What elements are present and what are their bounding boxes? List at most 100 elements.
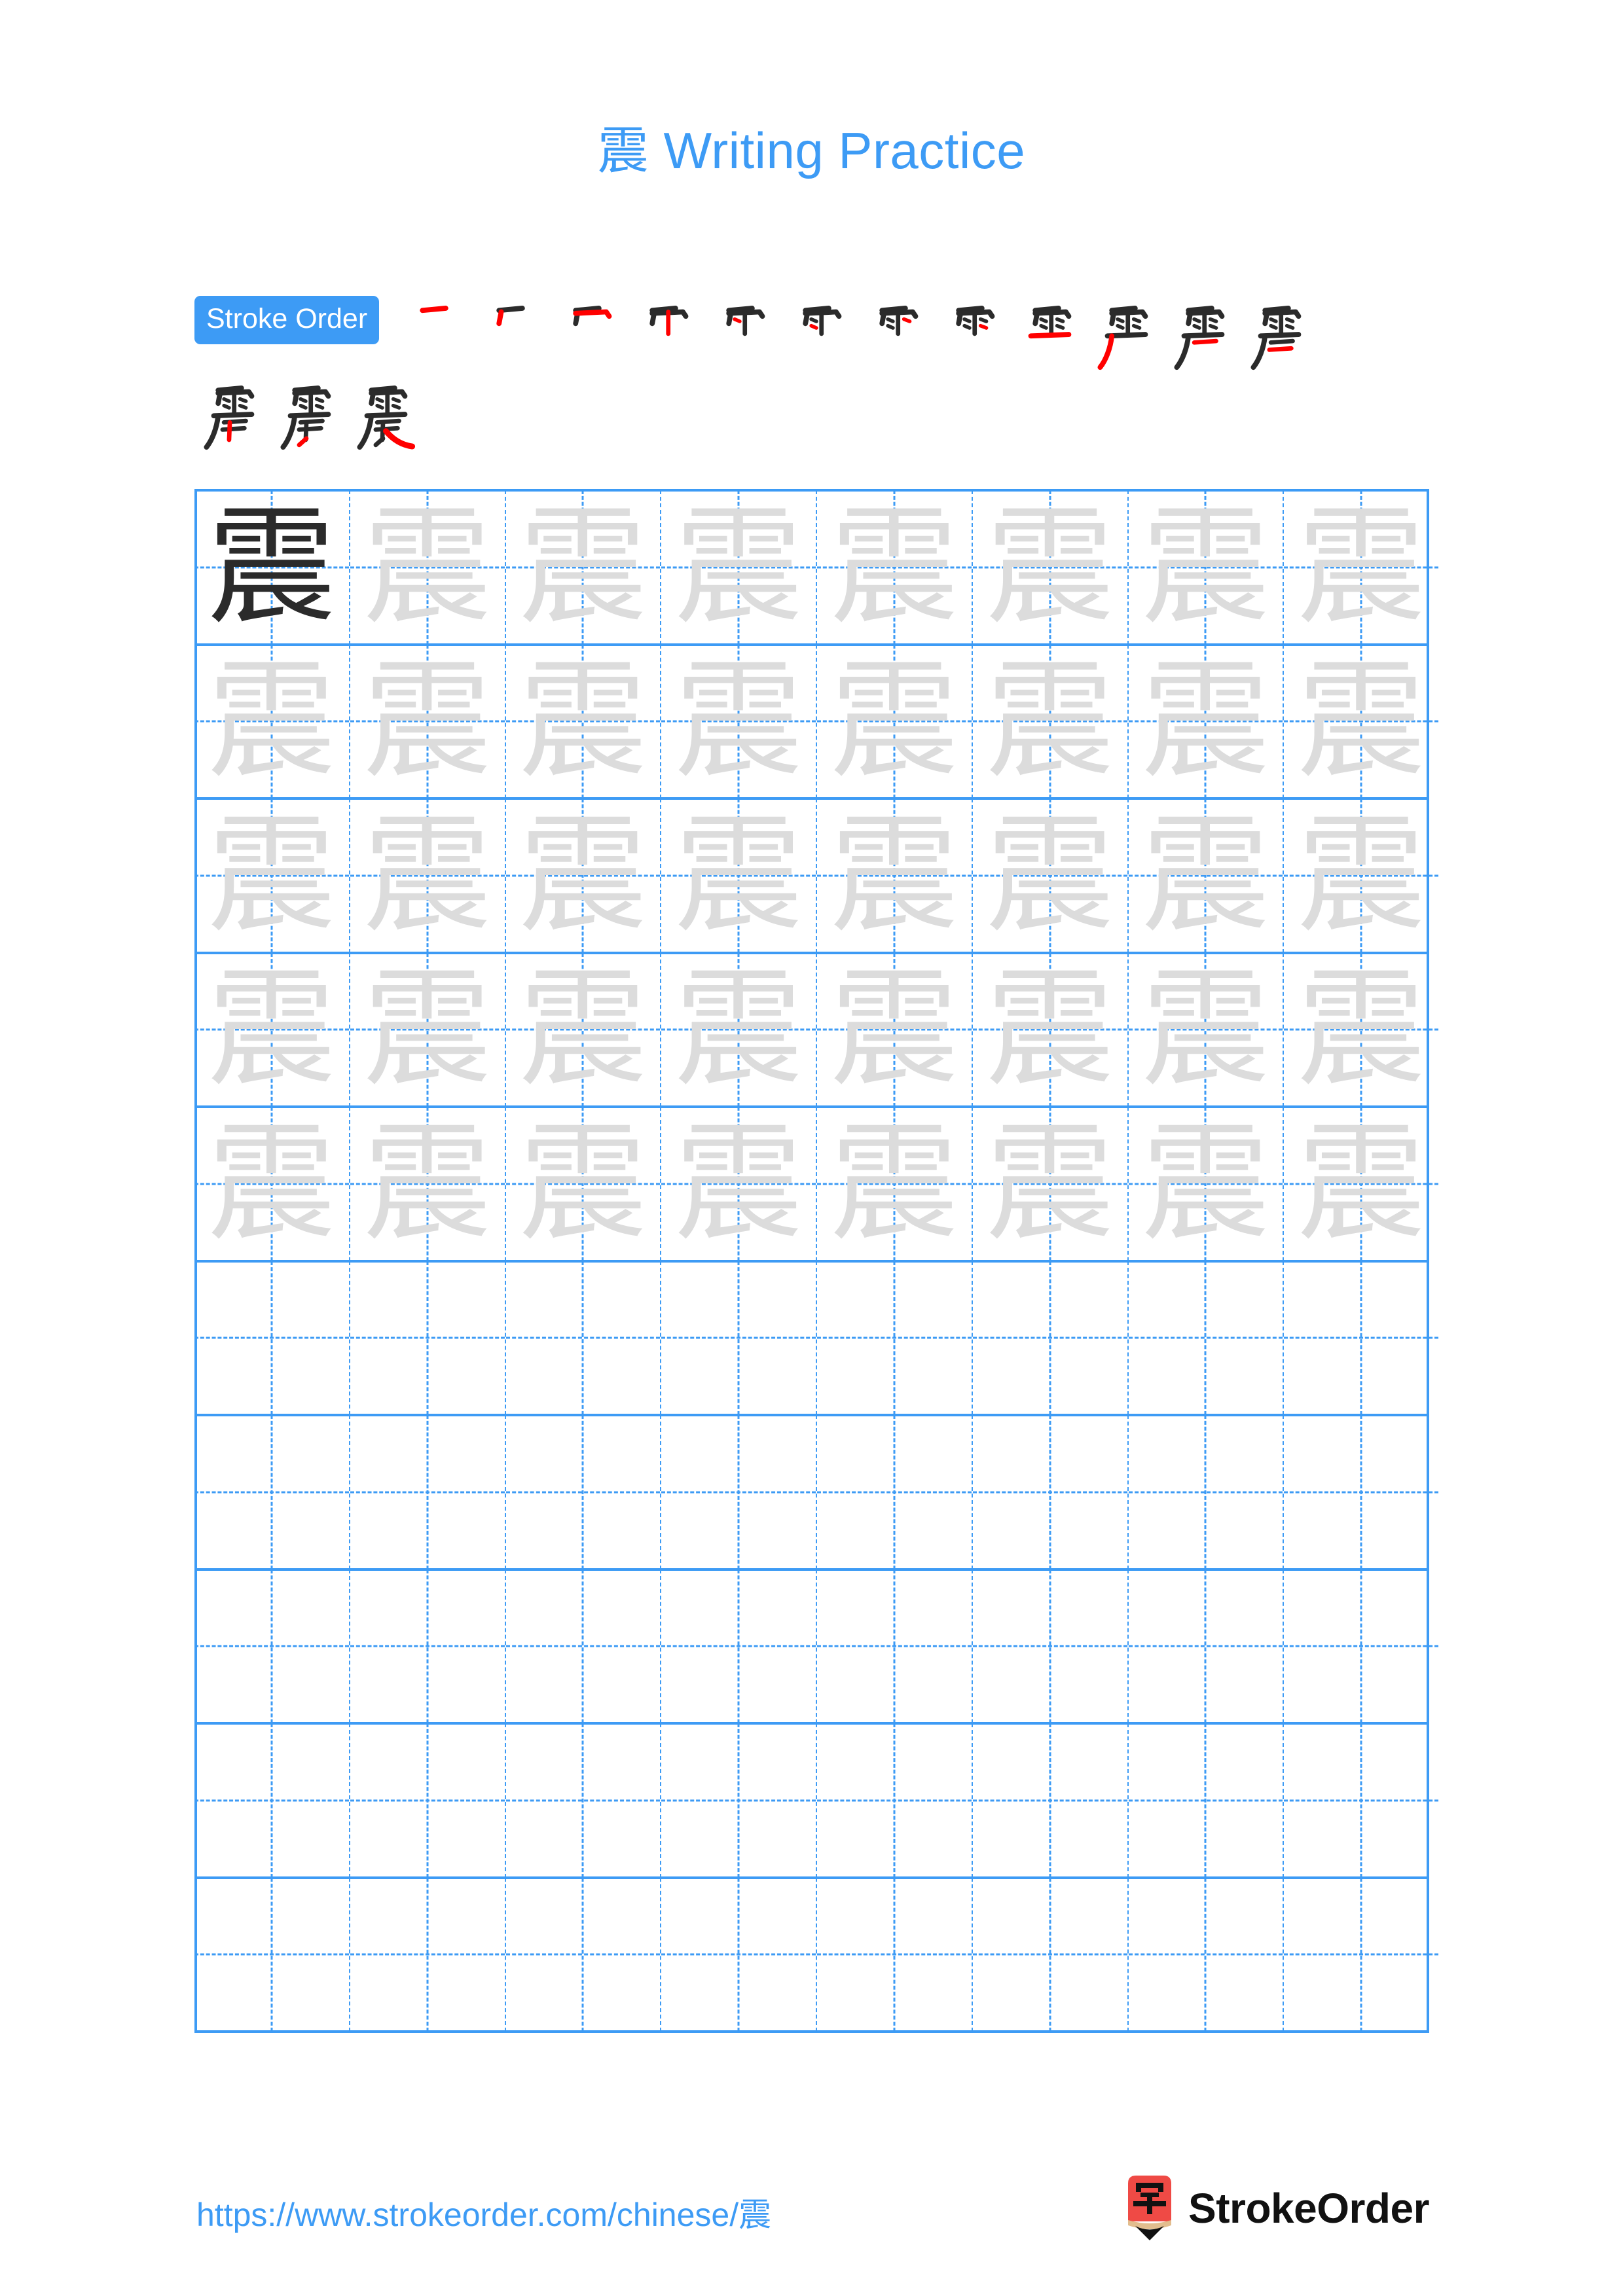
trace-character: 震 — [363, 800, 492, 950]
practice-cell-r10-c3[interactable] — [504, 1877, 661, 2032]
stroke-order-step-14 — [271, 376, 348, 452]
stroke-order-step-2 — [475, 296, 552, 372]
practice-cell-r10-c2[interactable] — [348, 1877, 505, 2032]
practice-cell-r8-c8[interactable] — [1283, 1569, 1438, 1723]
practice-cell-r7-c4[interactable] — [660, 1415, 816, 1570]
cell-guide-horizontal — [350, 1645, 505, 1647]
practice-cell-r4-c1[interactable]: 震 — [194, 952, 350, 1107]
practice-cell-r1-c7[interactable]: 震 — [1127, 490, 1284, 645]
practice-cell-r7-c1[interactable] — [194, 1415, 350, 1570]
practice-cell-r7-c7[interactable] — [1127, 1415, 1284, 1570]
practice-cell-r1-c8[interactable]: 震 — [1283, 490, 1438, 645]
practice-cell-r7-c2[interactable] — [348, 1415, 505, 1570]
practice-cell-r9-c8[interactable] — [1283, 1723, 1438, 1878]
practice-cell-r1-c4[interactable]: 震 — [660, 490, 816, 645]
practice-cell-r8-c1[interactable] — [194, 1569, 350, 1723]
trace-character: 震 — [1297, 647, 1426, 797]
grid-rule-horizontal — [194, 1876, 1429, 1879]
cell-guide-horizontal — [817, 1336, 972, 1339]
practice-grid-row: 震震震震震震震震 — [194, 644, 1438, 798]
practice-cell-r1-c5[interactable]: 震 — [816, 490, 972, 645]
practice-cell-r7-c5[interactable] — [816, 1415, 972, 1570]
grid-rule-vertical-edge — [1427, 490, 1429, 2032]
practice-cell-r8-c7[interactable] — [1127, 1569, 1284, 1723]
practice-cell-r2-c4[interactable]: 震 — [660, 644, 816, 798]
practice-cell-r5-c4[interactable]: 震 — [660, 1107, 816, 1261]
practice-cell-r7-c8[interactable] — [1283, 1415, 1438, 1570]
practice-cell-r9-c4[interactable] — [660, 1723, 816, 1878]
practice-cell-r4-c5[interactable]: 震 — [816, 952, 972, 1107]
practice-cell-r9-c3[interactable] — [504, 1723, 661, 1878]
practice-cell-r2-c3[interactable]: 震 — [504, 644, 661, 798]
practice-cell-r5-c7[interactable]: 震 — [1127, 1107, 1284, 1261]
practice-cell-r9-c6[interactable] — [971, 1723, 1128, 1878]
practice-cell-r8-c2[interactable] — [348, 1569, 505, 1723]
practice-cell-r10-c6[interactable] — [971, 1877, 1128, 2032]
cell-guide-horizontal — [194, 1953, 349, 1956]
practice-cell-r7-c3[interactable] — [504, 1415, 661, 1570]
grid-rule-horizontal — [194, 643, 1429, 646]
practice-cell-r1-c1[interactable]: 震 — [194, 490, 350, 645]
trace-character: 震 — [830, 955, 958, 1105]
practice-cell-r5-c2[interactable]: 震 — [348, 1107, 505, 1261]
practice-cell-r2-c6[interactable]: 震 — [971, 644, 1128, 798]
practice-cell-r9-c2[interactable] — [348, 1723, 505, 1878]
practice-cell-r5-c6[interactable]: 震 — [971, 1107, 1128, 1261]
trace-character: 震 — [674, 800, 803, 950]
practice-cell-r8-c6[interactable] — [971, 1569, 1128, 1723]
practice-cell-r1-c3[interactable]: 震 — [504, 490, 661, 645]
practice-cell-r6-c4[interactable] — [660, 1261, 816, 1415]
practice-cell-r9-c7[interactable] — [1127, 1723, 1284, 1878]
cell-guide-horizontal — [817, 1953, 972, 1956]
practice-cell-r2-c2[interactable]: 震 — [348, 644, 505, 798]
practice-cell-r5-c5[interactable]: 震 — [816, 1107, 972, 1261]
practice-cell-r2-c8[interactable]: 震 — [1283, 644, 1438, 798]
footer-url-link[interactable]: https://www.strokeorder.com/chinese/震 — [196, 2189, 771, 2236]
practice-cell-r4-c2[interactable]: 震 — [348, 952, 505, 1107]
practice-cell-r6-c5[interactable] — [816, 1261, 972, 1415]
practice-cell-r10-c8[interactable] — [1283, 1877, 1438, 2032]
practice-cell-r3-c3[interactable]: 震 — [504, 798, 661, 953]
practice-cell-r3-c4[interactable]: 震 — [660, 798, 816, 953]
practice-cell-r5-c1[interactable]: 震 — [194, 1107, 350, 1261]
practice-cell-r3-c8[interactable]: 震 — [1283, 798, 1438, 953]
practice-cell-r4-c6[interactable]: 震 — [971, 952, 1128, 1107]
practice-cell-r6-c1[interactable] — [194, 1261, 350, 1415]
practice-cell-r4-c7[interactable]: 震 — [1127, 952, 1284, 1107]
practice-cell-r6-c7[interactable] — [1127, 1261, 1284, 1415]
practice-cell-r2-c7[interactable]: 震 — [1127, 644, 1284, 798]
practice-cell-r3-c2[interactable]: 震 — [348, 798, 505, 953]
practice-cell-r6-c6[interactable] — [971, 1261, 1128, 1415]
practice-cell-r6-c2[interactable] — [348, 1261, 505, 1415]
practice-cell-r4-c8[interactable]: 震 — [1283, 952, 1438, 1107]
practice-cell-r5-c3[interactable]: 震 — [504, 1107, 661, 1261]
cell-guide-horizontal — [972, 1953, 1127, 1956]
stroke-order-steps-row-2 — [194, 376, 1429, 452]
practice-cell-r3-c7[interactable]: 震 — [1127, 798, 1284, 953]
practice-cell-r9-c5[interactable] — [816, 1723, 972, 1878]
practice-cell-r6-c3[interactable] — [504, 1261, 661, 1415]
practice-cell-r6-c8[interactable] — [1283, 1261, 1438, 1415]
practice-cell-r3-c6[interactable]: 震 — [971, 798, 1128, 953]
practice-cell-r2-c5[interactable]: 震 — [816, 644, 972, 798]
practice-cell-r7-c6[interactable] — [971, 1415, 1128, 1570]
practice-cell-r4-c3[interactable]: 震 — [504, 952, 661, 1107]
practice-cell-r10-c7[interactable] — [1127, 1877, 1284, 2032]
practice-cell-r4-c4[interactable]: 震 — [660, 952, 816, 1107]
practice-cell-r1-c6[interactable]: 震 — [971, 490, 1128, 645]
practice-cell-r10-c1[interactable] — [194, 1877, 350, 2032]
practice-cell-r8-c5[interactable] — [816, 1569, 972, 1723]
practice-cell-r5-c8[interactable]: 震 — [1283, 1107, 1438, 1261]
brand-logo-group[interactable]: StrokeOrder — [1124, 2174, 1429, 2242]
cell-guide-horizontal — [817, 1491, 972, 1494]
practice-cell-r3-c1[interactable]: 震 — [194, 798, 350, 953]
practice-cell-r8-c3[interactable] — [504, 1569, 661, 1723]
practice-cell-r10-c5[interactable] — [816, 1877, 972, 2032]
practice-cell-r9-c1[interactable] — [194, 1723, 350, 1878]
practice-cell-r1-c2[interactable]: 震 — [348, 490, 505, 645]
cell-guide-horizontal — [350, 1953, 505, 1956]
practice-cell-r2-c1[interactable]: 震 — [194, 644, 350, 798]
practice-cell-r8-c4[interactable] — [660, 1569, 816, 1723]
practice-cell-r3-c5[interactable]: 震 — [816, 798, 972, 953]
practice-cell-r10-c4[interactable] — [660, 1877, 816, 2032]
